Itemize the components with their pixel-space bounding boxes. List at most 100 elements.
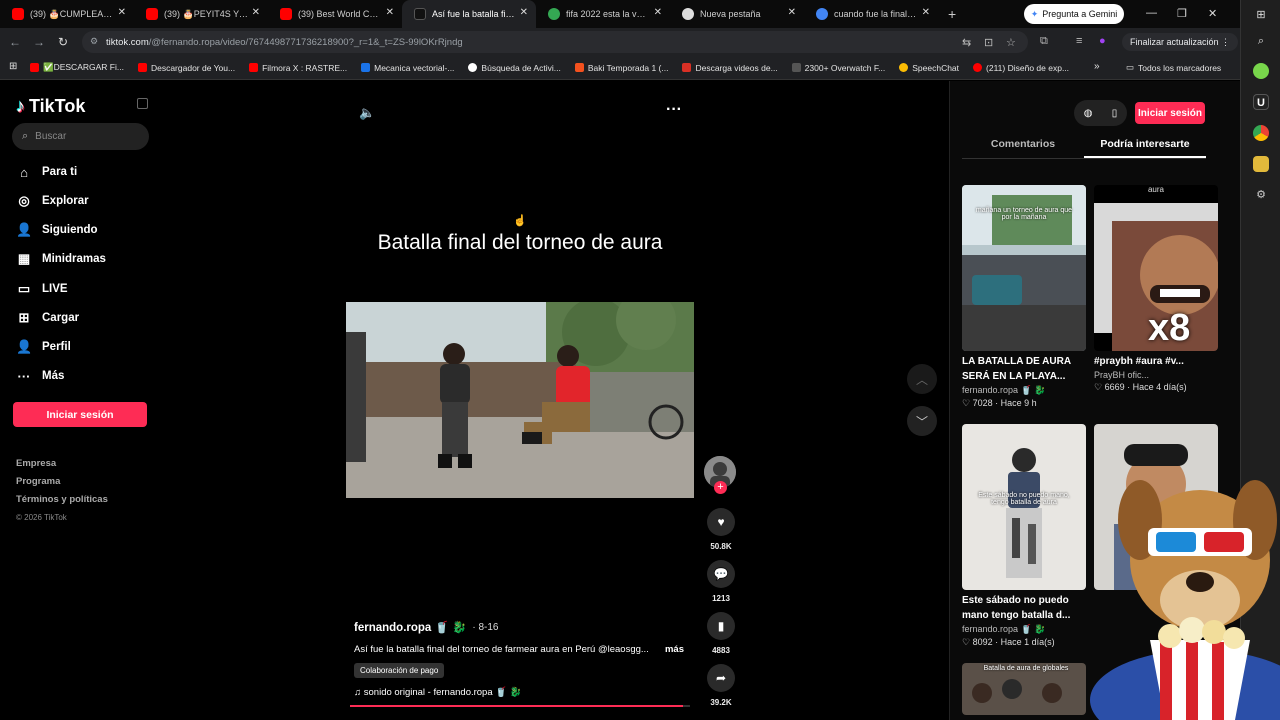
video-frame[interactable] — [346, 302, 694, 498]
browser-tab[interactable]: (39) 🎂PEYIT4S Y M3CH ✕ — [134, 0, 268, 28]
tiktok-icon — [414, 8, 426, 20]
all-bookmarks[interactable]: ▭ Todos los marcadores — [1126, 62, 1221, 73]
minidramas-icon: ▦ — [17, 251, 31, 266]
more-options-icon[interactable]: ··· — [666, 101, 682, 119]
apps-icon[interactable]: ⊞ — [9, 61, 17, 72]
footer-link[interactable]: Programa — [16, 473, 108, 491]
browser-tab[interactable]: (39) 🎂CUMPLEAÑOS FE ✕ — [0, 0, 134, 28]
forward-icon[interactable]: → — [27, 35, 51, 49]
bookmark-item[interactable]: ✅DESCARGAR Fi... — [30, 62, 124, 73]
translate-icon[interactable]: ⇆ — [962, 36, 971, 49]
close-icon[interactable]: ✕ — [922, 7, 930, 18]
search-box[interactable]: ⌕ — [12, 123, 149, 150]
new-tab-icon[interactable]: + — [948, 6, 956, 22]
browser-tab[interactable]: fifa 2022 esta la version ✕ — [536, 0, 670, 28]
collapse-sidebar-icon[interactable] — [137, 98, 148, 109]
browser-tab[interactable]: cuando fue la final de m ✕ — [804, 0, 938, 28]
more-link[interactable]: más — [665, 644, 684, 655]
sidebar-item-para-ti[interactable]: ⌂ Para ti — [16, 162, 77, 182]
sidebar-item-cargar[interactable]: ⊞ Cargar — [16, 308, 80, 328]
close-icon[interactable]: ✕ — [386, 7, 394, 18]
media-icon[interactable]: ≡ — [1076, 35, 1082, 47]
folder-icon: ▭ — [1126, 62, 1135, 72]
comment-icon: 💬 — [707, 560, 735, 588]
minimize-icon[interactable]: — — [1146, 7, 1157, 19]
search-input[interactable] — [35, 131, 136, 142]
logo-text: TikTok — [29, 96, 86, 116]
comment-button[interactable]: 💬 1213 — [706, 560, 736, 603]
app-icon[interactable] — [1253, 156, 1269, 172]
close-icon[interactable]: ✕ — [654, 7, 662, 18]
bookmark-item[interactable]: Descarga videos de... — [682, 62, 778, 73]
browser-tab-active[interactable]: Así fue la batalla final de ✕ — [402, 0, 536, 28]
sound-link[interactable]: ♫ sonido original - fernando.ropa 🥤 🐉 — [354, 687, 522, 698]
bookmark-item[interactable]: Mecanica vectorial-... — [361, 63, 454, 73]
close-icon[interactable]: ✕ — [520, 7, 528, 18]
video-player[interactable]: 🔈 ··· Batalla final del torneo de aura f… — [346, 95, 694, 715]
progress-bar[interactable] — [350, 705, 690, 707]
tab-comentarios[interactable]: Comentarios — [962, 135, 1084, 158]
login-button-top[interactable]: Iniciar sesión — [1135, 102, 1205, 124]
restore-icon[interactable]: ❐ — [1177, 7, 1187, 20]
window-close-icon[interactable]: ✕ — [1208, 7, 1217, 20]
bookmark-favicon — [468, 63, 478, 72]
gear-icon[interactable]: ⚙ — [1253, 187, 1269, 203]
bookmark-item[interactable]: Filmora X : RASTRE... — [249, 63, 347, 73]
sidebar-item-explorar[interactable]: ◎ Explorar — [16, 191, 88, 211]
suggested-video-card[interactable]: mañana un torneo de aura que por la maña… — [962, 185, 1086, 409]
footer-link[interactable]: Términos y políticas — [16, 491, 108, 509]
bookmark-item[interactable]: 2300+ Overwatch F... — [791, 63, 885, 73]
search-icon[interactable]: ⌕ — [1253, 33, 1269, 49]
back-icon[interactable]: ← — [3, 35, 27, 49]
previous-video-button[interactable]: ︿ — [907, 364, 937, 394]
tab-podria-interesarte[interactable]: Podría interesarte — [1084, 135, 1206, 158]
share-button[interactable]: ➦ 39.2K — [706, 664, 736, 707]
bookmark-favicon — [249, 63, 259, 72]
live-icon: ▭ — [17, 281, 31, 296]
bookmark-star-icon[interactable]: ☆ — [1006, 36, 1016, 49]
sidebar-item-live[interactable]: ▭ LIVE — [16, 279, 68, 299]
app-icon[interactable] — [1253, 63, 1269, 79]
url-field[interactable]: ⚙ tiktok.com/@fernando.ropa/video/767449… — [82, 31, 1028, 53]
site-info-icon[interactable]: ⚙ — [90, 36, 98, 47]
suggested-video-card[interactable]: aura x8 #praybh #aura #v... PrayBH ofic.… — [1094, 185, 1218, 393]
next-video-button[interactable]: ﹀ — [907, 406, 937, 436]
bookmark-item[interactable]: Búsqueda de Activi... — [468, 63, 561, 73]
reload-icon[interactable]: ↻ — [51, 35, 75, 49]
browser-tab[interactable]: (39) Best World Cup Sor ✕ — [268, 0, 402, 28]
bookmark-item[interactable]: SpeechChat — [899, 63, 959, 73]
footer-link[interactable]: Empresa — [16, 455, 108, 473]
close-icon[interactable]: ✕ — [252, 7, 260, 18]
card-stats: ♡ 6669 · Hace 4 día(s) — [1094, 382, 1187, 392]
close-icon[interactable]: ✕ — [118, 7, 126, 18]
sidebar-item-mas[interactable]: ··· Más — [16, 366, 65, 386]
author-username[interactable]: fernando.ropa 🥤 🐉 — [354, 620, 466, 634]
volume-icon[interactable]: 🔈 — [359, 105, 375, 121]
install-icon[interactable]: ⊡ — [984, 36, 993, 49]
sidebar-item-perfil[interactable]: 👤 Perfil — [16, 337, 71, 357]
gemini-button[interactable]: ✦ Pregunta a Gemini — [1024, 4, 1124, 24]
windows-icon[interactable]: ⊞ — [1253, 7, 1269, 23]
save-button[interactable]: ▮ 4883 — [706, 612, 736, 655]
browser-tab[interactable]: Nueva pestaña ✕ — [670, 0, 804, 28]
login-button[interactable]: Iniciar sesión — [13, 402, 147, 427]
bookmark-label: Descarga videos de... — [695, 62, 778, 73]
app-u-icon[interactable]: U — [1253, 94, 1269, 110]
extensions-icon[interactable]: ⧉ — [1040, 35, 1048, 48]
chevron-right-icon[interactable]: » — [1094, 61, 1100, 72]
chrome-icon[interactable] — [1253, 125, 1269, 141]
profile-icon[interactable]: ● — [1099, 35, 1106, 47]
like-button[interactable]: ♥ 50.8K — [706, 508, 736, 551]
bookmark-item[interactable]: Baki Temporada 1 (... — [574, 63, 668, 73]
bookmark-item[interactable]: (211) Diseño de exp... — [973, 63, 1069, 73]
coins-icon[interactable]: ◍ — [1084, 108, 1093, 119]
tiktok-logo[interactable]: ♪ TikTok — [16, 96, 85, 117]
sidebar-item-minidramas[interactable]: ▦ Minidramas — [16, 249, 106, 269]
update-button[interactable]: Finalizar actualización ⋮ — [1122, 33, 1239, 51]
device-icon[interactable]: ▯ — [1112, 108, 1118, 119]
close-icon[interactable]: ✕ — [788, 7, 796, 18]
follow-plus-icon[interactable]: + — [714, 481, 727, 494]
sidebar-item-siguiendo[interactable]: 👤 Siguiendo — [16, 220, 98, 240]
bookmark-item[interactable]: Descargador de You... — [137, 63, 235, 73]
sidebar-item-label: Cargar — [42, 312, 80, 324]
